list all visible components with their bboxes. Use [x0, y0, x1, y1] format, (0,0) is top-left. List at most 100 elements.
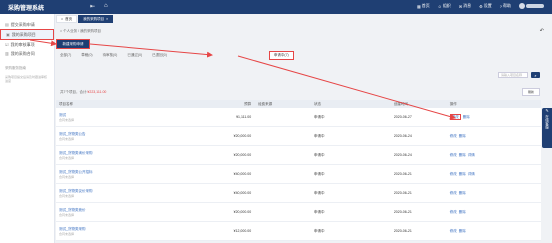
sidebar-item-my-projects[interactable]: ▣ 我的采购项目	[0, 29, 54, 40]
cell-status: 申请中	[314, 190, 325, 195]
cell-date: 2020-06-21	[393, 191, 412, 195]
page-tabs: ⌂ 首页 我的采购项目 ×	[56, 15, 114, 23]
table-row: 测试_货物类询价采购 合同未选择 ¥20,000.00 申请中 2020-06-…	[56, 146, 541, 165]
cell-amount: ¥40,000.00	[233, 172, 252, 176]
contract-status: 合同未选择	[59, 193, 75, 198]
status-tab-pending[interactable]: 待审核(0)	[103, 53, 118, 60]
status-tab-all[interactable]: 全部(7)	[60, 53, 71, 60]
contract-status: 合同未选择	[59, 136, 75, 141]
avatar	[519, 3, 525, 9]
contract-status: 合同未选择	[59, 212, 75, 217]
sidebar-item-my-reviews[interactable]: ☑ 我的审核事项	[0, 40, 54, 49]
cell-amount: ¥1,111.00	[236, 115, 252, 119]
cell-name: 测试_货物类公开招标 合同未选择	[56, 170, 174, 179]
cell-amount: ¥40,000.00	[233, 191, 252, 195]
cell-status: 申请中	[314, 114, 325, 119]
file-icon: ▥	[5, 51, 9, 56]
sidebar-item-submit-request[interactable]: ▤ 提交采购申请	[0, 20, 54, 29]
breadcrumb: ⌂ 个人业务 / 我的采购项目	[60, 29, 102, 33]
op-link[interactable]: 修改	[450, 134, 457, 138]
float-help-button[interactable]: ✎ 在线客服	[542, 108, 552, 148]
topbar-item-org[interactable]: ☺ 组织	[438, 3, 451, 9]
op-link[interactable]: 删除	[459, 153, 466, 157]
sidebar-item-my-contracts[interactable]: ▥ 我的采购合同	[0, 49, 54, 58]
cell-ops: 修改 删除	[447, 113, 541, 120]
cell-name: 测试 合同未选择	[56, 113, 174, 122]
back-arrow-icon[interactable]: ↶	[540, 28, 544, 34]
cell-date: 2020-06-24	[393, 153, 412, 157]
new-request-button[interactable]: 新建采购申请	[56, 39, 90, 49]
gear-icon: ⚙	[479, 3, 483, 9]
summary-total: 共7个项目，合计:¥223,111.00	[60, 90, 107, 94]
table-row: 测试_货物类公告 合同未选择 ¥20,000.00 申请中 2020-06-24…	[56, 127, 541, 146]
op-link[interactable]: 修改	[450, 172, 457, 176]
op-link[interactable]: 详情	[468, 153, 475, 157]
user-icon: ☺	[437, 3, 442, 9]
home-tab-icon: ⌂	[61, 17, 64, 21]
user-menu[interactable]	[519, 3, 544, 9]
op-link[interactable]: 修改	[450, 229, 457, 233]
contract-status: 合同未选择	[59, 155, 75, 160]
status-tab-returned[interactable]: 已退回(0)	[152, 53, 167, 60]
cell-status: 申请中	[314, 152, 325, 157]
top-right-menu: ▦ 首页 ☺ 组织 ✉ 消息 ⚙ 设置 ? 帮助	[417, 3, 544, 9]
op-link[interactable]: 修改	[450, 153, 457, 157]
home-icon[interactable]: ⌂	[104, 3, 108, 10]
op-link[interactable]: 删除	[459, 134, 466, 138]
op-link[interactable]: 详情	[468, 172, 475, 176]
cell-ops: 修改 删除	[447, 191, 541, 196]
cell-date: 2020-06-24	[393, 134, 412, 138]
status-tab-draft[interactable]: 草稿(0)	[81, 53, 92, 60]
table-row: 测试_货物类公开招标 合同未选择 ¥40,000.00 申请中 2020-06-…	[56, 165, 541, 184]
contract-status: 合同未选择	[59, 117, 75, 122]
contract-status: 合同未选择	[59, 231, 75, 236]
cell-status: 申请中	[314, 209, 325, 214]
table-row: 测试 合同未选择 ¥1,111.00 申请中 2020-06-27 修改 删除	[56, 108, 541, 127]
search-input[interactable]: 请输入项目名称	[498, 72, 528, 78]
menu-toggle-icon[interactable]: ⇤	[90, 3, 95, 10]
app-title: 采购管理系统	[8, 6, 45, 12]
cell-amount: ¥20,000.00	[233, 210, 252, 214]
grid-icon: ▦	[416, 3, 421, 9]
contract-status: 合同未选择	[59, 174, 75, 179]
op-link[interactable]: 修改	[450, 191, 457, 195]
close-icon[interactable]: ×	[106, 17, 108, 21]
topbar-item-help[interactable]: ? 帮助	[500, 3, 511, 9]
table-body: 测试 合同未选择 ¥1,111.00 申请中 2020-06-27 修改 删除 测…	[56, 108, 541, 241]
tab-home[interactable]: ⌂ 首页	[56, 15, 78, 23]
cell-status: 申请中	[314, 133, 325, 138]
op-link[interactable]: 删除	[459, 172, 466, 176]
refresh-button[interactable]: 刷新	[522, 88, 540, 96]
top-left-icons: ⇤ ⌂	[90, 3, 108, 10]
cell-amount: ¥20,000.00	[233, 134, 252, 138]
sidebar: ▤ 提交采购申请 ▣ 我的采购项目 ☑ 我的审核事项 ▥ 我的采购合同 采购服务指南 采…	[0, 14, 55, 243]
cell-ops: 修改 删除	[447, 229, 541, 234]
tab-my-projects[interactable]: 我的采购项目 ×	[78, 15, 114, 23]
cell-name: 测试_货物类竞价 合同未选择	[56, 208, 174, 217]
op-link[interactable]: 修改	[449, 113, 461, 120]
search-icon: ⌕	[534, 72, 537, 78]
op-link[interactable]: 删除	[459, 191, 466, 195]
topbar-item-message[interactable]: ✉ 消息	[459, 3, 471, 9]
cell-ops: 修改 删除 详情	[447, 172, 541, 177]
cell-ops: 修改 删除	[447, 134, 541, 139]
cell-amount: ¥20,000.00	[233, 153, 252, 157]
topbar-item-home[interactable]: ▦ 首页	[417, 3, 430, 9]
cell-name: 测试_货物类询价采购 合同未选择	[56, 151, 174, 160]
topbar-item-settings[interactable]: ⚙ 设置	[479, 3, 492, 9]
cell-date: 2020-06-21	[393, 172, 412, 176]
op-link[interactable]: 修改	[450, 210, 457, 214]
op-link[interactable]: 删除	[459, 210, 466, 214]
cell-name: 测试_货物类议价采购 合同未选择	[56, 189, 174, 198]
cell-name: 测试_货物类公告 合同未选择	[56, 132, 174, 141]
check-icon: ☑	[5, 42, 9, 47]
help-icon: ?	[499, 3, 502, 9]
cell-date: 2020-06-27	[393, 115, 412, 119]
op-link[interactable]: 删除	[463, 115, 470, 119]
status-tab-applying[interactable]: 申请中(7)	[268, 51, 294, 60]
status-tab-approved[interactable]: 已通过(0)	[127, 53, 142, 60]
table-row: 测试_货物类竞价 合同未选择 ¥20,000.00 申请中 2020-06-21…	[56, 203, 541, 222]
op-link[interactable]: 删除	[459, 229, 466, 233]
doc-icon: ▤	[5, 22, 9, 27]
search-button[interactable]: ⌕	[531, 72, 540, 78]
